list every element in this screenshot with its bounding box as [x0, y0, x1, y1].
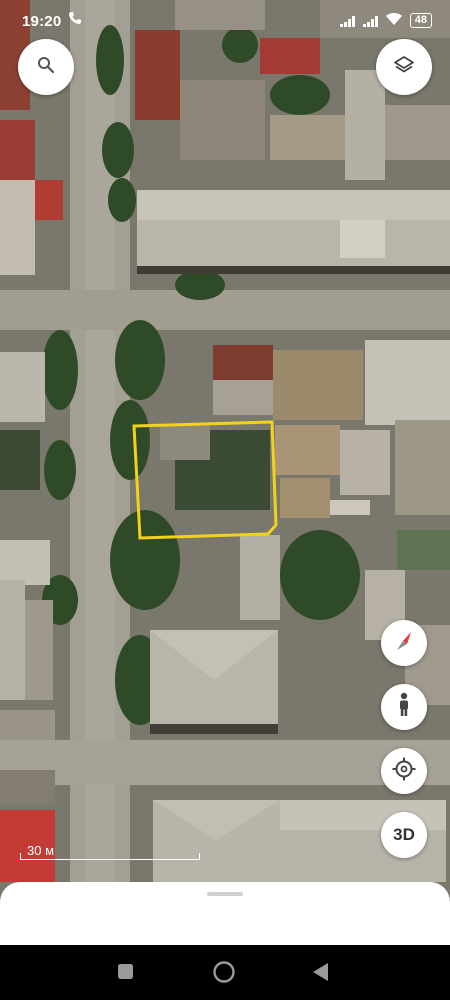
scale-line: [20, 853, 200, 860]
phone-call-icon: [68, 11, 82, 29]
home-icon: [213, 961, 235, 983]
status-icons: 48: [339, 13, 432, 28]
map-imagery: [0, 0, 450, 945]
status-time: 19:20: [22, 13, 62, 30]
compass-button[interactable]: [381, 620, 427, 666]
search-icon: [37, 56, 55, 79]
street-view-button[interactable]: [381, 684, 427, 730]
navigation-bar: [0, 945, 450, 1000]
my-location-button[interactable]: [381, 748, 427, 794]
battery-icon: 48: [409, 13, 432, 28]
three-d-label: 3D: [393, 825, 415, 844]
search-button[interactable]: [18, 39, 74, 95]
pegman-icon: [395, 692, 413, 723]
compass-icon: [391, 628, 417, 659]
layers-button[interactable]: [376, 39, 432, 95]
back-icon: [313, 963, 328, 981]
back-button[interactable]: [311, 962, 329, 987]
scale-label: 30 м: [27, 843, 55, 858]
my-location-icon: [391, 756, 417, 787]
map-scale: 30 м: [20, 843, 200, 861]
bottom-sheet[interactable]: [0, 882, 450, 945]
recents-icon: [118, 964, 133, 979]
wifi-icon: [385, 13, 402, 28]
three-d-button[interactable]: 3D: [381, 812, 427, 858]
recents-button[interactable]: [117, 963, 134, 985]
signal-icon: [362, 15, 378, 27]
signal-icon: [339, 15, 355, 27]
home-button[interactable]: [212, 960, 236, 989]
layers-icon: [393, 54, 415, 81]
drag-handle[interactable]: [207, 892, 243, 896]
status-bar: 19:20 48: [0, 0, 450, 42]
satellite-map[interactable]: [0, 0, 450, 945]
